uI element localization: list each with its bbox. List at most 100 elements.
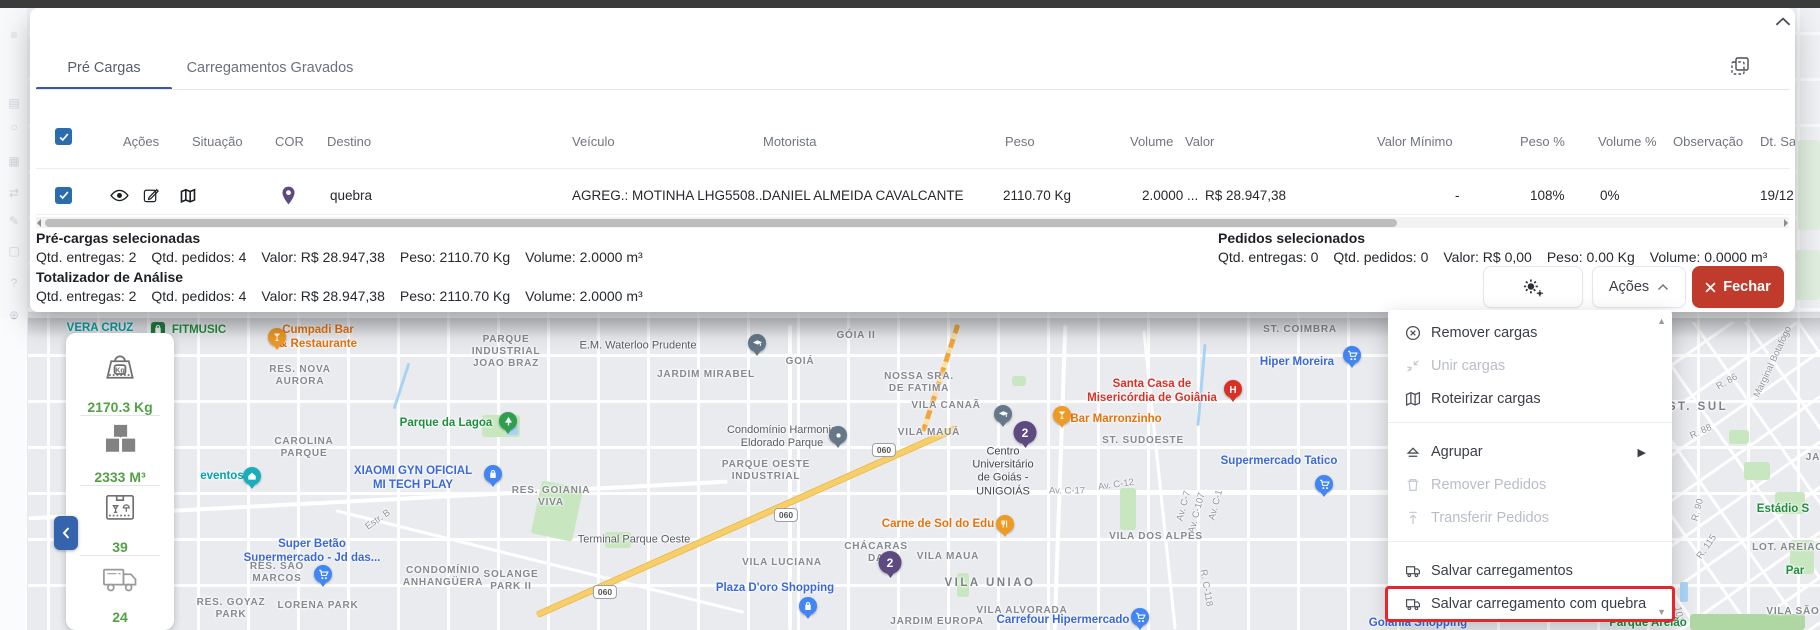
stat-value: Qtd. pedidos: 4 <box>151 288 246 304</box>
menu-item-transferir-pedidos: Transferir Pedidos <box>1388 502 1672 534</box>
restaurant-pin[interactable] <box>996 515 1014 533</box>
settings-gears-button[interactable] <box>1483 266 1583 308</box>
collapse-panel-chevron-icon[interactable] <box>1774 16 1795 34</box>
map-label: RES. SAO MARCOS <box>250 561 304 585</box>
cluster-pin[interactable]: 2 <box>879 551 902 574</box>
truck-icon <box>1405 596 1421 612</box>
map-label: GOIÁ <box>786 356 815 368</box>
stat-value: Valor: R$ 28.947,38 <box>261 249 385 265</box>
store-pin[interactable] <box>1131 608 1149 626</box>
menu-item-label: Salvar carregamento com quebra <box>1431 596 1646 612</box>
menu-item-label: Roteirizar cargas <box>1431 391 1541 407</box>
panel-divider <box>80 485 160 486</box>
cubes-icon <box>97 417 143 463</box>
cell-veiculo: AGREG.: MOTINHA LHG5508... <box>572 176 762 214</box>
menu-item-label: Agrupar <box>1431 444 1483 460</box>
load-total-value: 39 <box>66 539 174 555</box>
dot-glyph-icon <box>834 431 843 440</box>
gears-icon <box>1521 277 1545 298</box>
column-header-volume-: Volume % <box>1598 134 1657 149</box>
column-header-motorista: Motorista <box>763 134 816 149</box>
map-label: Av. C-17 <box>1049 485 1085 496</box>
tree-glyph-icon <box>503 416 514 427</box>
bar-pin[interactable] <box>1053 406 1071 424</box>
weight-icon: Kg <box>98 347 142 391</box>
map-label[interactable]: Supermercado Tatico <box>1221 455 1338 469</box>
cart-glyph-icon <box>318 569 329 580</box>
map-label[interactable]: Estádio S <box>1757 503 1809 517</box>
pre-cargas-selecionadas-title: Pré-cargas selecionadas <box>36 230 200 246</box>
fragile-box-icon <box>98 487 142 531</box>
column-header-ações: Ações <box>123 134 159 149</box>
highway-badge: 060 <box>774 508 798 522</box>
submenu-arrow-icon: ▶ <box>1638 446 1646 459</box>
fechar-button[interactable]: Fechar <box>1692 266 1784 308</box>
map-park <box>1729 430 1749 444</box>
tab-pré-cargas[interactable]: Pré Cargas <box>36 48 172 88</box>
scroll-left-arrow-icon[interactable] <box>37 219 41 227</box>
menu-item-roteirizar-cargas[interactable]: Roteirizar cargas <box>1388 383 1672 415</box>
acoes-dropdown-button[interactable]: Ações <box>1592 266 1686 308</box>
map-park <box>1744 462 1770 480</box>
map-label[interactable]: Plaza D'oro Shopping <box>716 582 834 596</box>
map-label: VILA LUCIANA <box>742 557 822 569</box>
panel-collapse-button[interactable] <box>54 516 78 550</box>
screen: VERA CRUZFITMUSICCumpadi Bar & Restauran… <box>0 0 1820 630</box>
mall-pin[interactable] <box>799 597 817 615</box>
store-pin[interactable] <box>1343 346 1361 364</box>
load-total-value: 2170.3 Kg <box>66 399 174 415</box>
multi-window-icon[interactable] <box>1730 56 1752 78</box>
row-checkbox[interactable] <box>55 187 72 204</box>
school-pin[interactable] <box>994 405 1012 423</box>
menu-item-remover-cargas[interactable]: Remover cargas <box>1388 317 1672 349</box>
cell-destino: quebra <box>330 176 372 214</box>
menu-item-salvar-carregamento-com-quebra[interactable]: Salvar carregamento com quebra <box>1388 588 1672 620</box>
menu-item-label: Salvar carregamentos <box>1431 563 1573 579</box>
store-pin[interactable] <box>1315 475 1333 493</box>
map-park <box>1120 488 1136 530</box>
map-label[interactable]: Carne de Sol do Edu <box>882 518 994 532</box>
map-label[interactable]: Hiper Moreira <box>1260 356 1334 370</box>
stat-value: Peso: 2110.70 Kg <box>400 249 510 265</box>
acoes-dropdown-menu: ▲ ▼ Remover cargasUnir cargasRoteirizar … <box>1388 310 1672 622</box>
menu-item-salvar-carregamentos[interactable]: Salvar carregamentos <box>1388 555 1672 587</box>
menu-item-agrupar[interactable]: Agrupar ▶ <box>1388 436 1672 468</box>
map-label: Condomínio Harmonia Eldorado Parque <box>727 424 837 450</box>
hospital-pin[interactable]: H <box>1224 380 1242 398</box>
store-pin[interactable] <box>484 465 502 483</box>
merge-icon <box>1405 358 1421 374</box>
map-label[interactable]: XIAOMI GYN OFICIAL MI TECH PLAY <box>354 465 472 493</box>
park-pin[interactable] <box>499 412 517 430</box>
map-label[interactable]: Bar Marronzinho <box>1070 413 1161 427</box>
column-header-observação: Observação <box>1673 134 1743 149</box>
stat-value: Qtd. pedidos: 0 <box>1333 249 1428 265</box>
map-label: LORENA PARK <box>277 600 358 612</box>
map-label[interactable]: Par <box>1786 565 1805 579</box>
cell-dt-saida: 19/12... <box>1760 176 1795 214</box>
scrollbar-thumb[interactable] <box>45 219 1397 227</box>
tab-carregamentos-gravados[interactable]: Carregamentos Gravados <box>172 48 368 88</box>
condo-pin[interactable] <box>829 426 847 444</box>
situacao-map-icon[interactable] <box>180 188 196 203</box>
cell-valor: R$ 28.947,38 <box>1205 176 1286 214</box>
store-pin[interactable] <box>314 565 332 583</box>
highway-badge: 060 <box>593 585 617 599</box>
stat-value: Qtd. pedidos: 4 <box>151 249 246 265</box>
cluster-pin[interactable]: 2 <box>1014 421 1037 444</box>
map-label[interactable]: Santa Casa de Misericórdia de Goiânia <box>1087 378 1217 406</box>
map-label: RES. GOIANIA VIVA <box>512 485 591 509</box>
map-park <box>1012 376 1026 386</box>
map-label[interactable]: eventos <box>200 470 243 484</box>
map-label[interactable]: Carrefour Hipermercado <box>997 614 1130 628</box>
edit-icon[interactable] <box>143 187 159 203</box>
horizontal-scrollbar[interactable] <box>36 217 1789 228</box>
select-all-checkbox[interactable] <box>55 128 72 145</box>
table-row[interactable]: quebra AGREG.: MOTINHA LHG5508... DANIEL… <box>30 176 1795 214</box>
map-label[interactable]: Parque da Lagoa <box>400 417 493 431</box>
view-eye-icon[interactable] <box>110 189 129 202</box>
cell-valor-minimo: - <box>1455 176 1460 214</box>
stat-value: Volume: 0.0000 m³ <box>1650 249 1768 265</box>
scroll-right-arrow-icon[interactable] <box>1784 219 1788 227</box>
venue-pin[interactable] <box>243 467 261 485</box>
map-label: PARQUE INDUSTRIAL JOAO BRAZ <box>472 334 541 370</box>
